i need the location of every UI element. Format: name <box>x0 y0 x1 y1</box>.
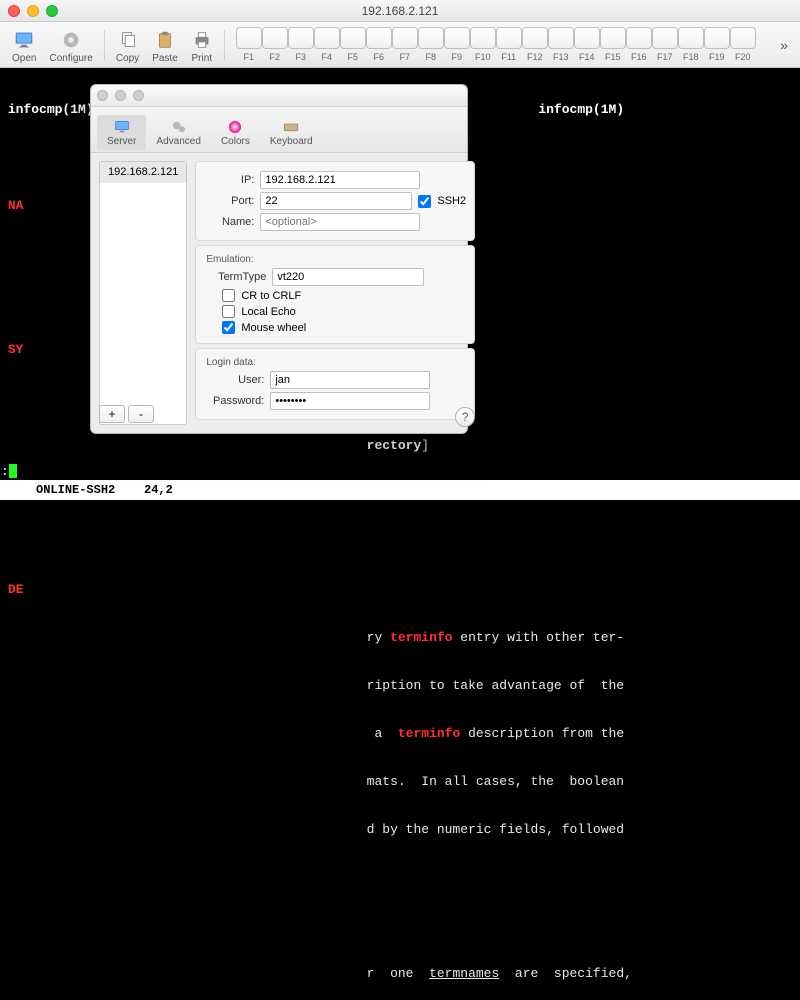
remove-server-button[interactable]: - <box>128 405 154 423</box>
login-section-label: Login data: <box>206 357 466 368</box>
fkey-f15[interactable]: F15 <box>600 27 626 62</box>
help-button[interactable]: ? <box>455 407 475 427</box>
fkey-f16[interactable]: F16 <box>626 27 652 62</box>
fkey-f14[interactable]: F14 <box>574 27 600 62</box>
toolbar-overflow-button[interactable]: » <box>780 37 794 53</box>
mouse-wheel-checkbox[interactable] <box>222 321 235 334</box>
settings-tabbar: Server Advanced Colors Keyboard <box>91 107 467 153</box>
password-field[interactable] <box>270 392 430 410</box>
name-label: Name: <box>204 216 254 228</box>
open-button[interactable]: Open <box>6 23 42 67</box>
dialog-titlebar <box>91 85 467 107</box>
fkey-f20[interactable]: F20 <box>730 27 756 62</box>
monitor-icon <box>111 118 133 136</box>
add-server-button[interactable]: + <box>99 405 125 423</box>
ssh2-checkbox[interactable] <box>418 195 431 208</box>
fkey-f12[interactable]: F12 <box>522 27 548 62</box>
monitor-icon <box>13 29 35 51</box>
name-field[interactable] <box>260 213 420 231</box>
emulation-section-label: Emulation: <box>206 254 466 265</box>
server-settings-dialog: Server Advanced Colors Keyboard 192.168.… <box>90 84 468 434</box>
user-label: User: <box>204 374 264 386</box>
printer-icon <box>191 29 213 51</box>
fkey-f10[interactable]: F10 <box>470 27 496 62</box>
fkey-f6[interactable]: F6 <box>366 27 392 62</box>
dialog-minimize-button[interactable] <box>115 90 126 101</box>
fkey-f9[interactable]: F9 <box>444 27 470 62</box>
main-toolbar: Open Configure Copy Paste Print F1F2F3F4… <box>0 22 800 68</box>
ssh2-label: SSH2 <box>437 195 466 207</box>
dialog-close-button[interactable] <box>97 90 108 101</box>
port-field[interactable] <box>260 192 412 210</box>
login-group: Login data: User: Password: <box>195 348 475 420</box>
fkey-f7[interactable]: F7 <box>392 27 418 62</box>
user-field[interactable] <box>270 371 430 389</box>
gear-icon <box>60 29 82 51</box>
print-button[interactable]: Print <box>185 23 219 67</box>
port-label: Port: <box>204 195 254 207</box>
fkey-f8[interactable]: F8 <box>418 27 444 62</box>
fkey-f11[interactable]: F11 <box>496 27 522 62</box>
fkey-f13[interactable]: F13 <box>548 27 574 62</box>
tab-keyboard[interactable]: Keyboard <box>260 115 323 150</box>
termtype-field[interactable] <box>272 268 424 286</box>
fkey-f3[interactable]: F3 <box>288 27 314 62</box>
termtype-label: TermType <box>204 271 266 283</box>
fkey-f4[interactable]: F4 <box>314 27 340 62</box>
dialog-zoom-button[interactable] <box>133 90 144 101</box>
window-titlebar: 192.168.2.121 <box>0 0 800 22</box>
ip-field[interactable] <box>260 171 420 189</box>
fkey-f1[interactable]: F1 <box>236 27 262 62</box>
terminal-status-bar: ONLINE-SSH2 24,2 <box>0 480 800 500</box>
password-label: Password: <box>204 395 264 407</box>
tab-advanced[interactable]: Advanced <box>146 115 210 150</box>
connection-group: IP: Port: SSH2 Name: <box>195 161 475 241</box>
paste-button[interactable]: Paste <box>146 23 184 67</box>
ip-label: IP: <box>204 174 254 186</box>
paste-icon <box>154 29 176 51</box>
fkey-f19[interactable]: F19 <box>704 27 730 62</box>
copy-icon <box>117 29 139 51</box>
tab-server[interactable]: Server <box>97 115 146 150</box>
fkey-f2[interactable]: F2 <box>262 27 288 62</box>
tab-colors[interactable]: Colors <box>211 115 260 150</box>
fkey-f17[interactable]: F17 <box>652 27 678 62</box>
color-wheel-icon <box>224 118 246 136</box>
toolbar-separator <box>224 30 225 60</box>
function-keys: F1F2F3F4F5F6F7F8F9F10F11F12F13F14F15F16F… <box>236 27 756 62</box>
fkey-f5[interactable]: F5 <box>340 27 366 62</box>
gears-icon <box>168 118 190 136</box>
copy-button[interactable]: Copy <box>110 23 145 67</box>
configure-button[interactable]: Configure <box>43 23 98 67</box>
fkey-f18[interactable]: F18 <box>678 27 704 62</box>
server-list[interactable]: 192.168.2.121 + - <box>99 161 187 425</box>
server-list-item[interactable]: 192.168.2.121 <box>100 162 186 183</box>
crlf-checkbox[interactable] <box>222 289 235 302</box>
local-echo-checkbox[interactable] <box>222 305 235 318</box>
emulation-group: Emulation: TermType CR to CRLF Local Ech… <box>195 245 475 344</box>
keyboard-icon <box>280 118 302 136</box>
toolbar-separator <box>104 30 105 60</box>
window-title: 192.168.2.121 <box>0 4 800 18</box>
